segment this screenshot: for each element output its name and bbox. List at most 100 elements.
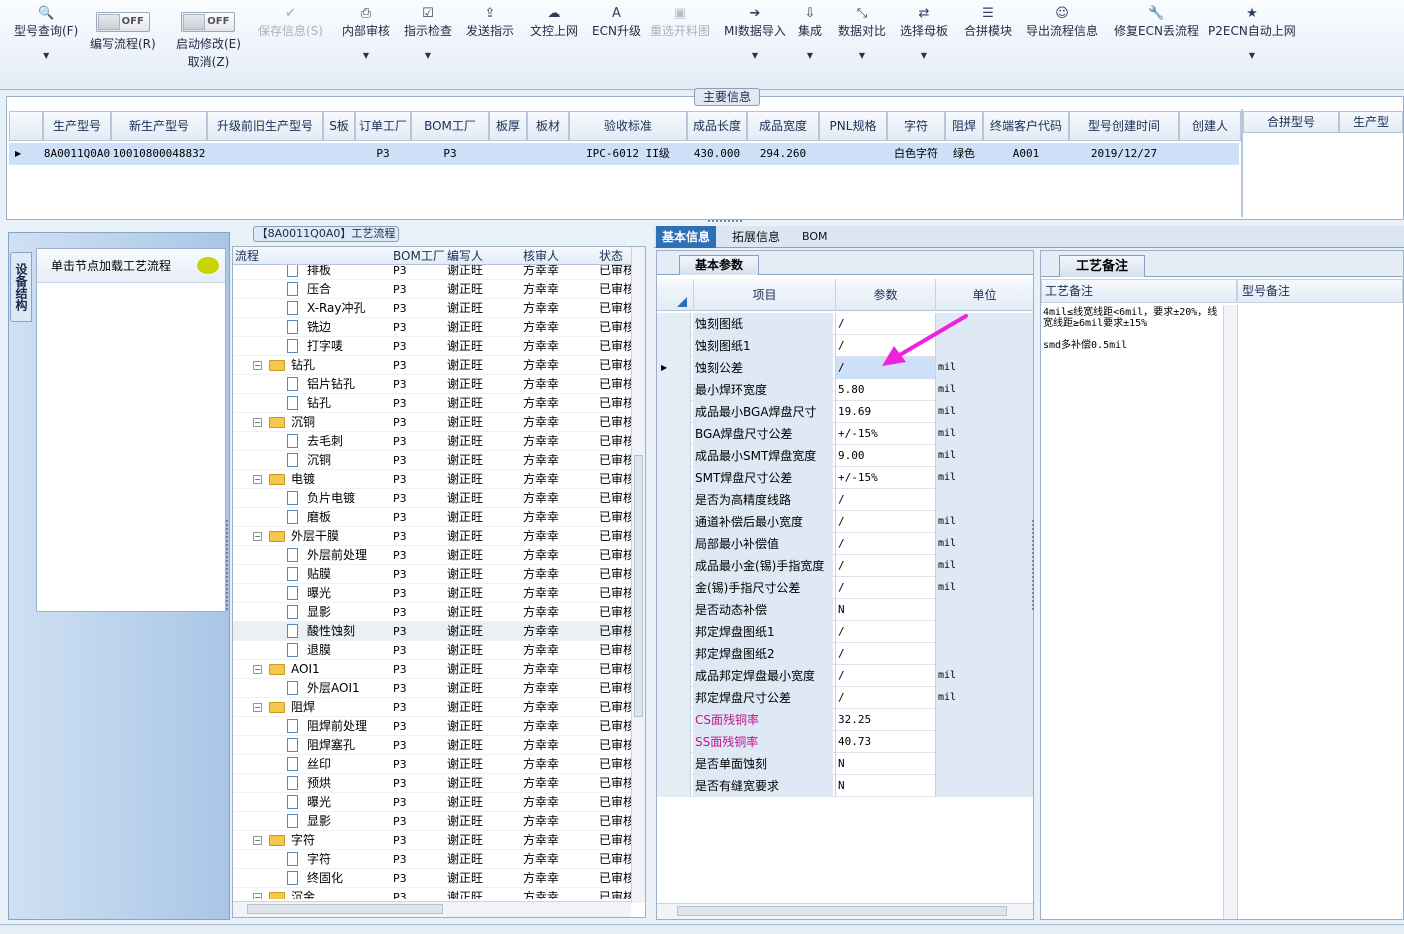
param-unit[interactable] — [935, 753, 1033, 775]
param-item[interactable]: 成品最小BGA焊盘尺寸 — [693, 401, 833, 423]
tree-row-13[interactable]: 磨板 P3 谢正旺 方幸幸 已审核 — [233, 508, 631, 527]
param-value[interactable]: / — [835, 533, 935, 555]
param-item[interactable]: 最小焊环宽度 — [693, 379, 833, 401]
param-unit[interactable] — [935, 489, 1033, 511]
col-header[interactable]: 字符 — [887, 111, 945, 141]
tree-row-25[interactable]: 阻焊塞孔 P3 谢正旺 方幸幸 已审核 — [233, 736, 631, 755]
param-item[interactable]: 蚀刻公差 — [693, 357, 833, 379]
table-cell[interactable]: 2019/12/27 — [1069, 143, 1179, 165]
process-remark-text[interactable]: 4mil≤线宽线距<6mil，要求±20%，线宽线距≥6mil要求±15% sm… — [1043, 307, 1221, 907]
tree-node-label[interactable]: 预烘 — [307, 774, 331, 793]
toolbar-item-14[interactable]: ☰ 合拼模块 — [964, 6, 1012, 40]
tree-node-label[interactable]: 钻孔 — [291, 356, 315, 375]
col-header[interactable]: 型号创建时间 — [1069, 111, 1179, 141]
param-value[interactable]: / — [835, 511, 935, 533]
tree-node-label[interactable]: 钻孔 — [307, 394, 331, 413]
param-unit[interactable] — [935, 775, 1033, 797]
param-value[interactable]: N — [835, 599, 935, 621]
tree-node-label[interactable]: 去毛刺 — [307, 432, 343, 451]
chevron-down-icon[interactable]: ▼ — [900, 50, 948, 62]
param-value[interactable]: 5.80 — [835, 379, 935, 401]
tree-node-label[interactable]: 外层干膜 — [291, 527, 339, 546]
param-row-21[interactable]: 是否有缝宽要求 N — [657, 775, 1033, 797]
col-header[interactable]: 板厚 — [489, 111, 527, 141]
col-header[interactable]: 阻焊 — [945, 111, 983, 141]
param-row-15[interactable]: 邦定焊盘图纸2/ — [657, 643, 1033, 665]
param-unit[interactable]: mil — [935, 379, 1033, 401]
param-item[interactable]: 通道补偿后最小宽度 — [693, 511, 833, 533]
table-cell[interactable]: P3 — [355, 143, 411, 165]
splitter-handle[interactable] — [708, 220, 742, 224]
tree-row-22[interactable]: 外层AOI1 P3 谢正旺 方幸幸 已审核 — [233, 679, 631, 698]
param-unit[interactable]: mil — [935, 687, 1033, 709]
param-row-18[interactable]: CS面残铜率 32.25 — [657, 709, 1033, 731]
tree-node-label[interactable]: 酸性蚀刻 — [307, 622, 355, 641]
param-row-4[interactable]: 成品最小BGA焊盘尺寸 19.69 mil — [657, 401, 1033, 423]
param-row-2[interactable]: ▶ 蚀刻公差 / mil — [657, 357, 1033, 379]
param-item[interactable]: 邦定焊盘图纸2 — [693, 643, 833, 665]
table-cell[interactable] — [207, 143, 323, 165]
toolbar-item-11[interactable]: ⇩ 集成 ▼ — [798, 6, 822, 62]
param-item[interactable]: 蚀刻图纸 — [693, 313, 833, 335]
col-header[interactable]: 创建人 — [1179, 111, 1241, 141]
chevron-down-icon[interactable]: ▼ — [404, 50, 452, 62]
tree-row-12[interactable]: 负片电镀 P3 谢正旺 方幸幸 已审核 — [233, 489, 631, 508]
toolbar-item-0[interactable]: 🔍 型号查询(F) ▼ — [14, 6, 78, 62]
tree-node-label[interactable]: 终固化 — [307, 869, 343, 888]
col-header[interactable]: 终端客户代码 — [983, 111, 1069, 141]
table-cell[interactable]: A001 — [983, 143, 1069, 165]
tree-row-0[interactable]: 排板 P3 谢正旺 方幸幸 已审核 — [233, 265, 631, 280]
tree-node-label[interactable]: 压合 — [307, 280, 331, 299]
param-row-17[interactable]: 邦定焊盘尺寸公差 / mil — [657, 687, 1033, 709]
tree-row-24[interactable]: 阻焊前处理 P3 谢正旺 方幸幸 已审核 — [233, 717, 631, 736]
tree-node-label[interactable]: 阻焊前处理 — [307, 717, 367, 736]
tree-row-6[interactable]: 铝片钻孔 P3 谢正旺 方幸幸 已审核 — [233, 375, 631, 394]
tree-node-label[interactable]: 字符 — [307, 850, 331, 869]
col-header[interactable]: S板 — [323, 111, 355, 141]
right-splitter-grip[interactable] — [1032, 520, 1038, 610]
param-item[interactable]: 蚀刻图纸1 — [693, 335, 833, 357]
tree-node-label[interactable]: 退膜 — [307, 641, 331, 660]
tree-node-label[interactable]: 曝光 — [307, 584, 331, 603]
param-row-6[interactable]: 成品最小SMT焊盘宽度 9.00 mil — [657, 445, 1033, 467]
col-header[interactable]: 生产型号 — [43, 111, 111, 141]
tree-node-label[interactable]: X-Ray冲孔 — [307, 299, 365, 318]
param-unit[interactable] — [935, 599, 1033, 621]
param-value[interactable]: / — [835, 621, 935, 643]
col-header[interactable]: 核审人 — [523, 247, 559, 265]
collapse-icon[interactable]: − — [253, 836, 262, 845]
tree-row-33[interactable]: − 沉金 P3 谢正旺 方幸幸 已审核 — [233, 888, 631, 899]
param-row-3[interactable]: 最小焊环宽度 5.80 mil — [657, 379, 1033, 401]
col-header[interactable]: 成品长度 — [687, 111, 747, 141]
tree-row-19[interactable]: 酸性蚀刻 P3 谢正旺 方幸幸 已审核 — [233, 622, 631, 641]
param-unit[interactable]: mil — [935, 511, 1033, 533]
toolbar-item-7[interactable]: ☁ 文控上网 — [530, 6, 578, 40]
param-unit[interactable]: mil — [935, 467, 1033, 489]
collapse-icon[interactable]: − — [253, 893, 262, 899]
param-item[interactable]: 成品最小SMT焊盘宽度 — [693, 445, 833, 467]
param-row-9[interactable]: 通道补偿后最小宽度 / mil — [657, 511, 1033, 533]
tree-node-label[interactable]: 沉金 — [291, 888, 315, 899]
toolbar-item-4[interactable]: ⎙ 内部审核 ▼ — [342, 6, 390, 62]
param-unit[interactable]: mil — [935, 577, 1033, 599]
param-row-13[interactable]: 是否动态补偿 N — [657, 599, 1033, 621]
chevron-down-icon[interactable]: ▼ — [1208, 50, 1296, 62]
param-row-0[interactable]: 蚀刻图纸 / — [657, 313, 1033, 335]
col-header[interactable]: 流程 — [235, 247, 259, 265]
col-header[interactable]: 成品宽度 — [747, 111, 819, 141]
tab-bom[interactable]: BOM — [796, 226, 834, 248]
toolbar-item-17[interactable]: ★ P2ECN自动上网 ▼ — [1208, 6, 1296, 62]
toolbar-item-13[interactable]: ⇄ 选择母板 ▼ — [900, 6, 948, 62]
col-header[interactable]: 板材 — [527, 111, 569, 141]
col-header-merge-model[interactable]: 合拼型号 — [1243, 111, 1339, 133]
param-item[interactable]: 邦定焊盘图纸1 — [693, 621, 833, 643]
chevron-down-icon[interactable]: ▼ — [14, 50, 78, 62]
param-unit[interactable]: mil — [935, 533, 1033, 555]
table-cell[interactable] — [323, 143, 355, 165]
tree-row-10[interactable]: 沉铜 P3 谢正旺 方幸幸 已审核 — [233, 451, 631, 470]
col-header[interactable]: 订单工厂 — [355, 111, 411, 141]
tree-node-label[interactable]: 曝光 — [307, 793, 331, 812]
toggle-switch[interactable]: OFF — [181, 12, 236, 32]
subtab-basic-params[interactable]: 基本参数 — [679, 255, 759, 275]
tree-row-30[interactable]: − 字符 P3 谢正旺 方幸幸 已审核 — [233, 831, 631, 850]
